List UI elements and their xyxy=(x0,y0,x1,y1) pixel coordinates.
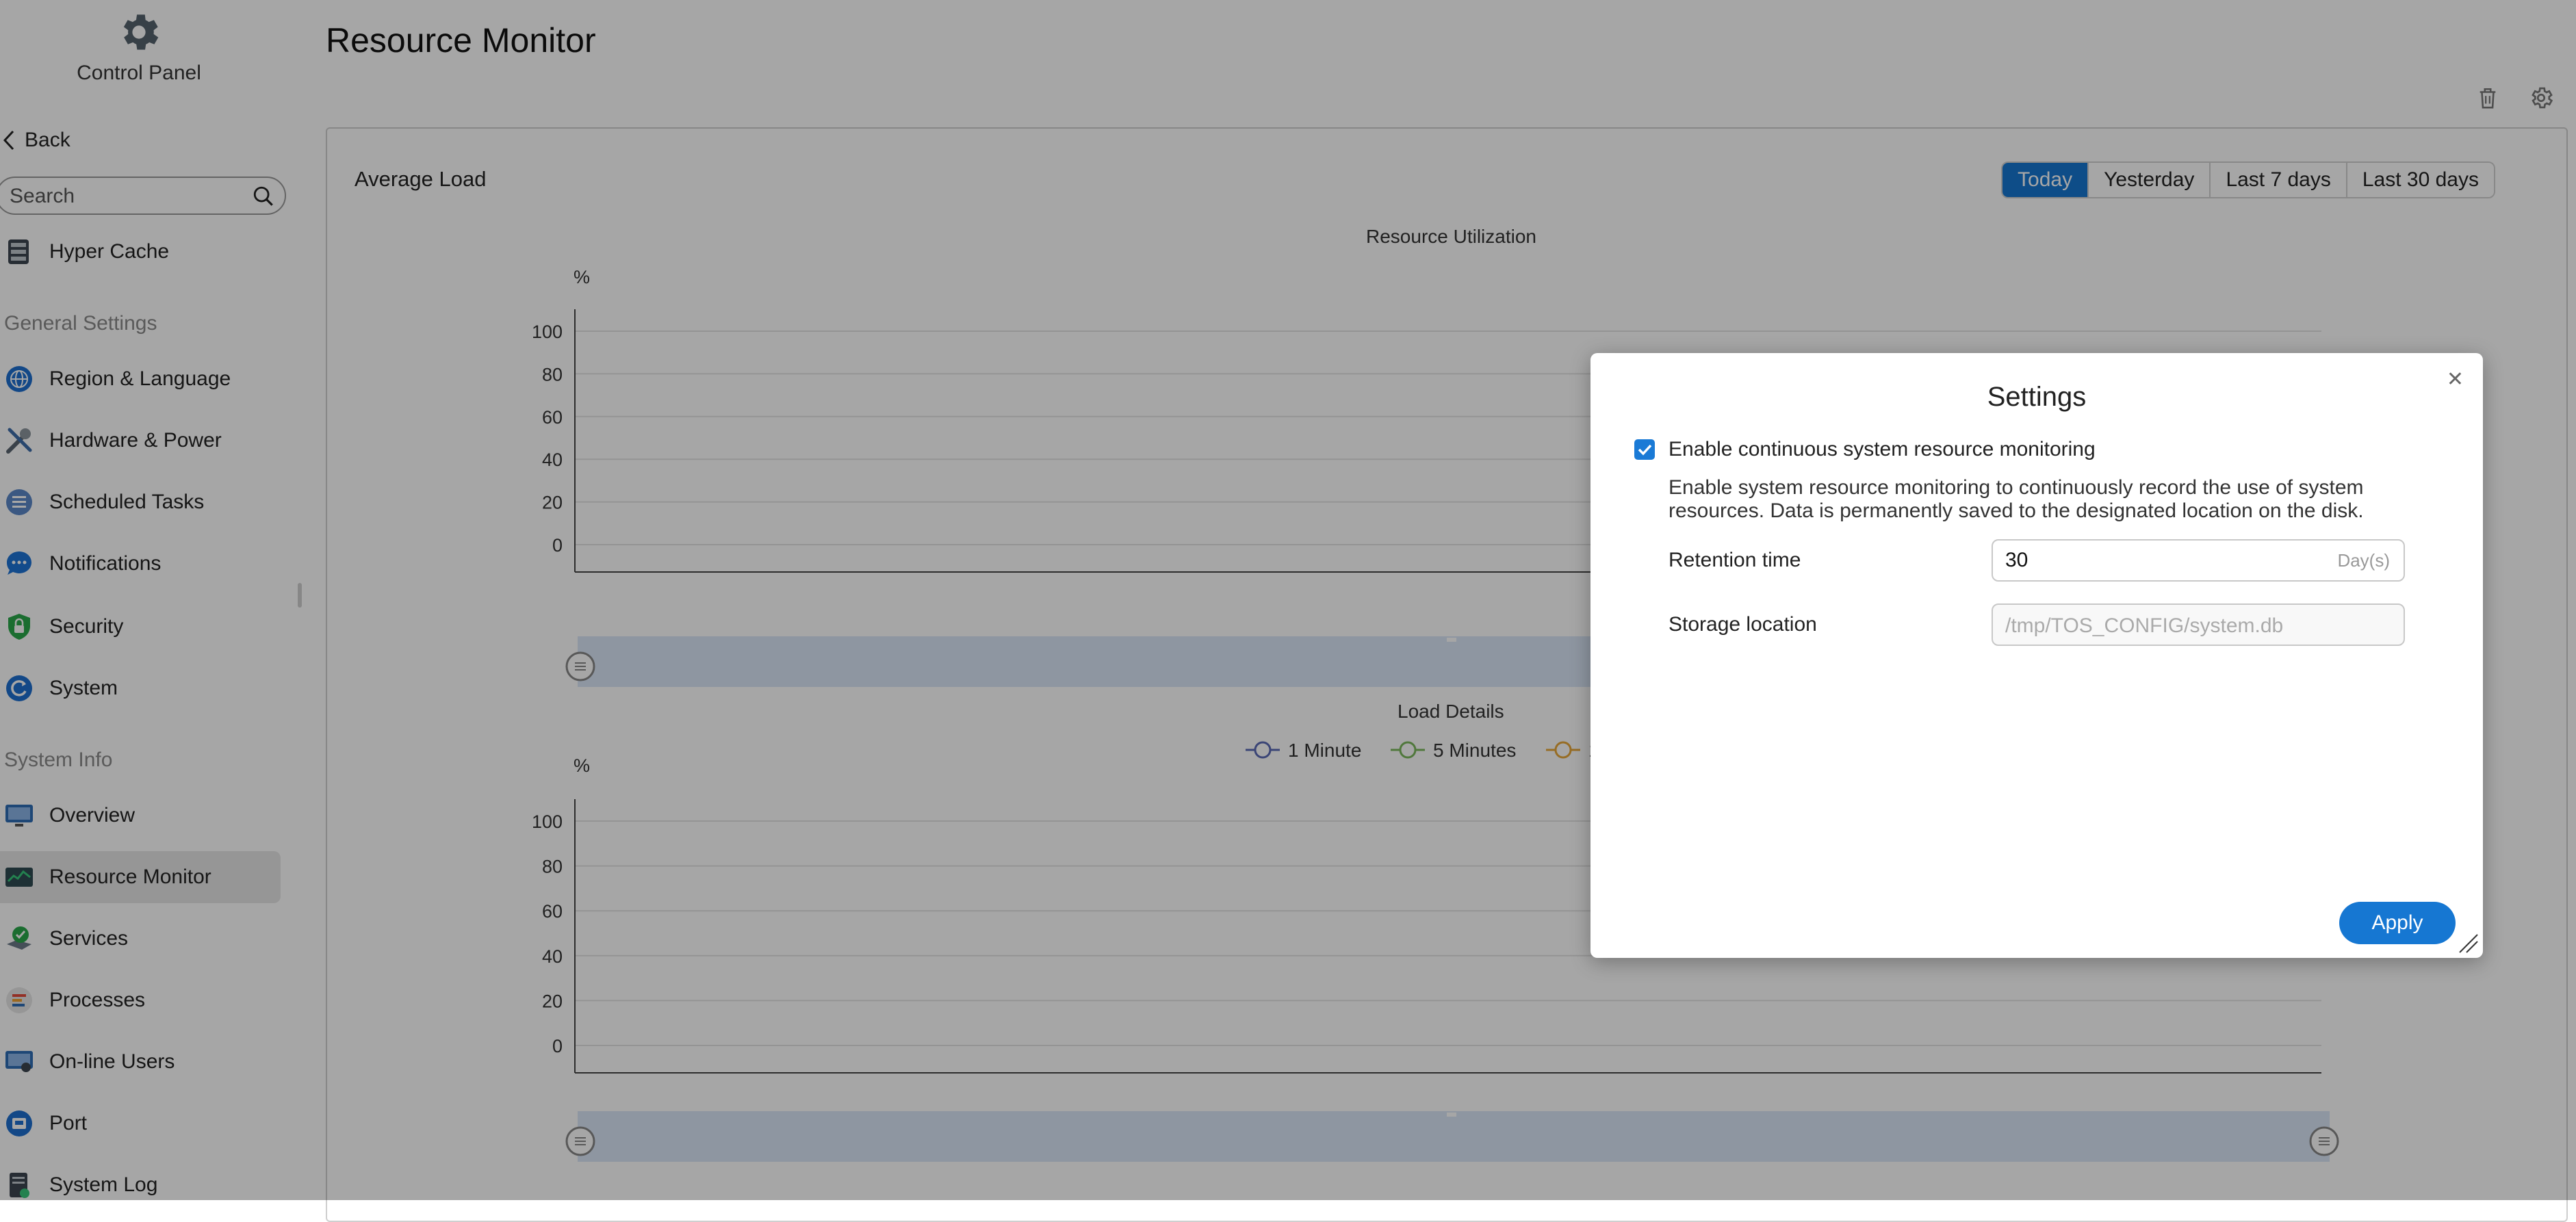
settings-dialog: Settings ✕ Enable continuous system reso… xyxy=(1590,353,2483,958)
retention-time-label: Retention time xyxy=(1669,549,1801,571)
retention-unit: Day(s) xyxy=(2337,550,2390,571)
close-icon[interactable]: ✕ xyxy=(2447,369,2464,390)
continuous-monitoring-option[interactable]: Enable continuous system resource monito… xyxy=(1634,438,2096,461)
storage-location-field[interactable]: /tmp/TOS_CONFIG/system.db xyxy=(1992,603,2405,646)
monitoring-description: Enable system resource monitoring to con… xyxy=(1669,476,2364,522)
storage-location-placeholder: /tmp/TOS_CONFIG/system.db xyxy=(2005,614,2284,637)
retention-time-field[interactable]: 30 Day(s) xyxy=(1992,539,2405,582)
continuous-monitoring-checkbox[interactable] xyxy=(1634,439,1655,460)
retention-time-value: 30 xyxy=(2005,549,2028,571)
apply-button[interactable]: Apply xyxy=(2339,902,2456,944)
storage-location-label: Storage location xyxy=(1669,613,1817,636)
checkbox-label: Enable continuous system resource monito… xyxy=(1669,438,2096,460)
resize-handle-icon[interactable] xyxy=(2456,931,2480,955)
dialog-title: Settings xyxy=(1987,382,2087,412)
checkmark-icon xyxy=(1638,444,1652,456)
